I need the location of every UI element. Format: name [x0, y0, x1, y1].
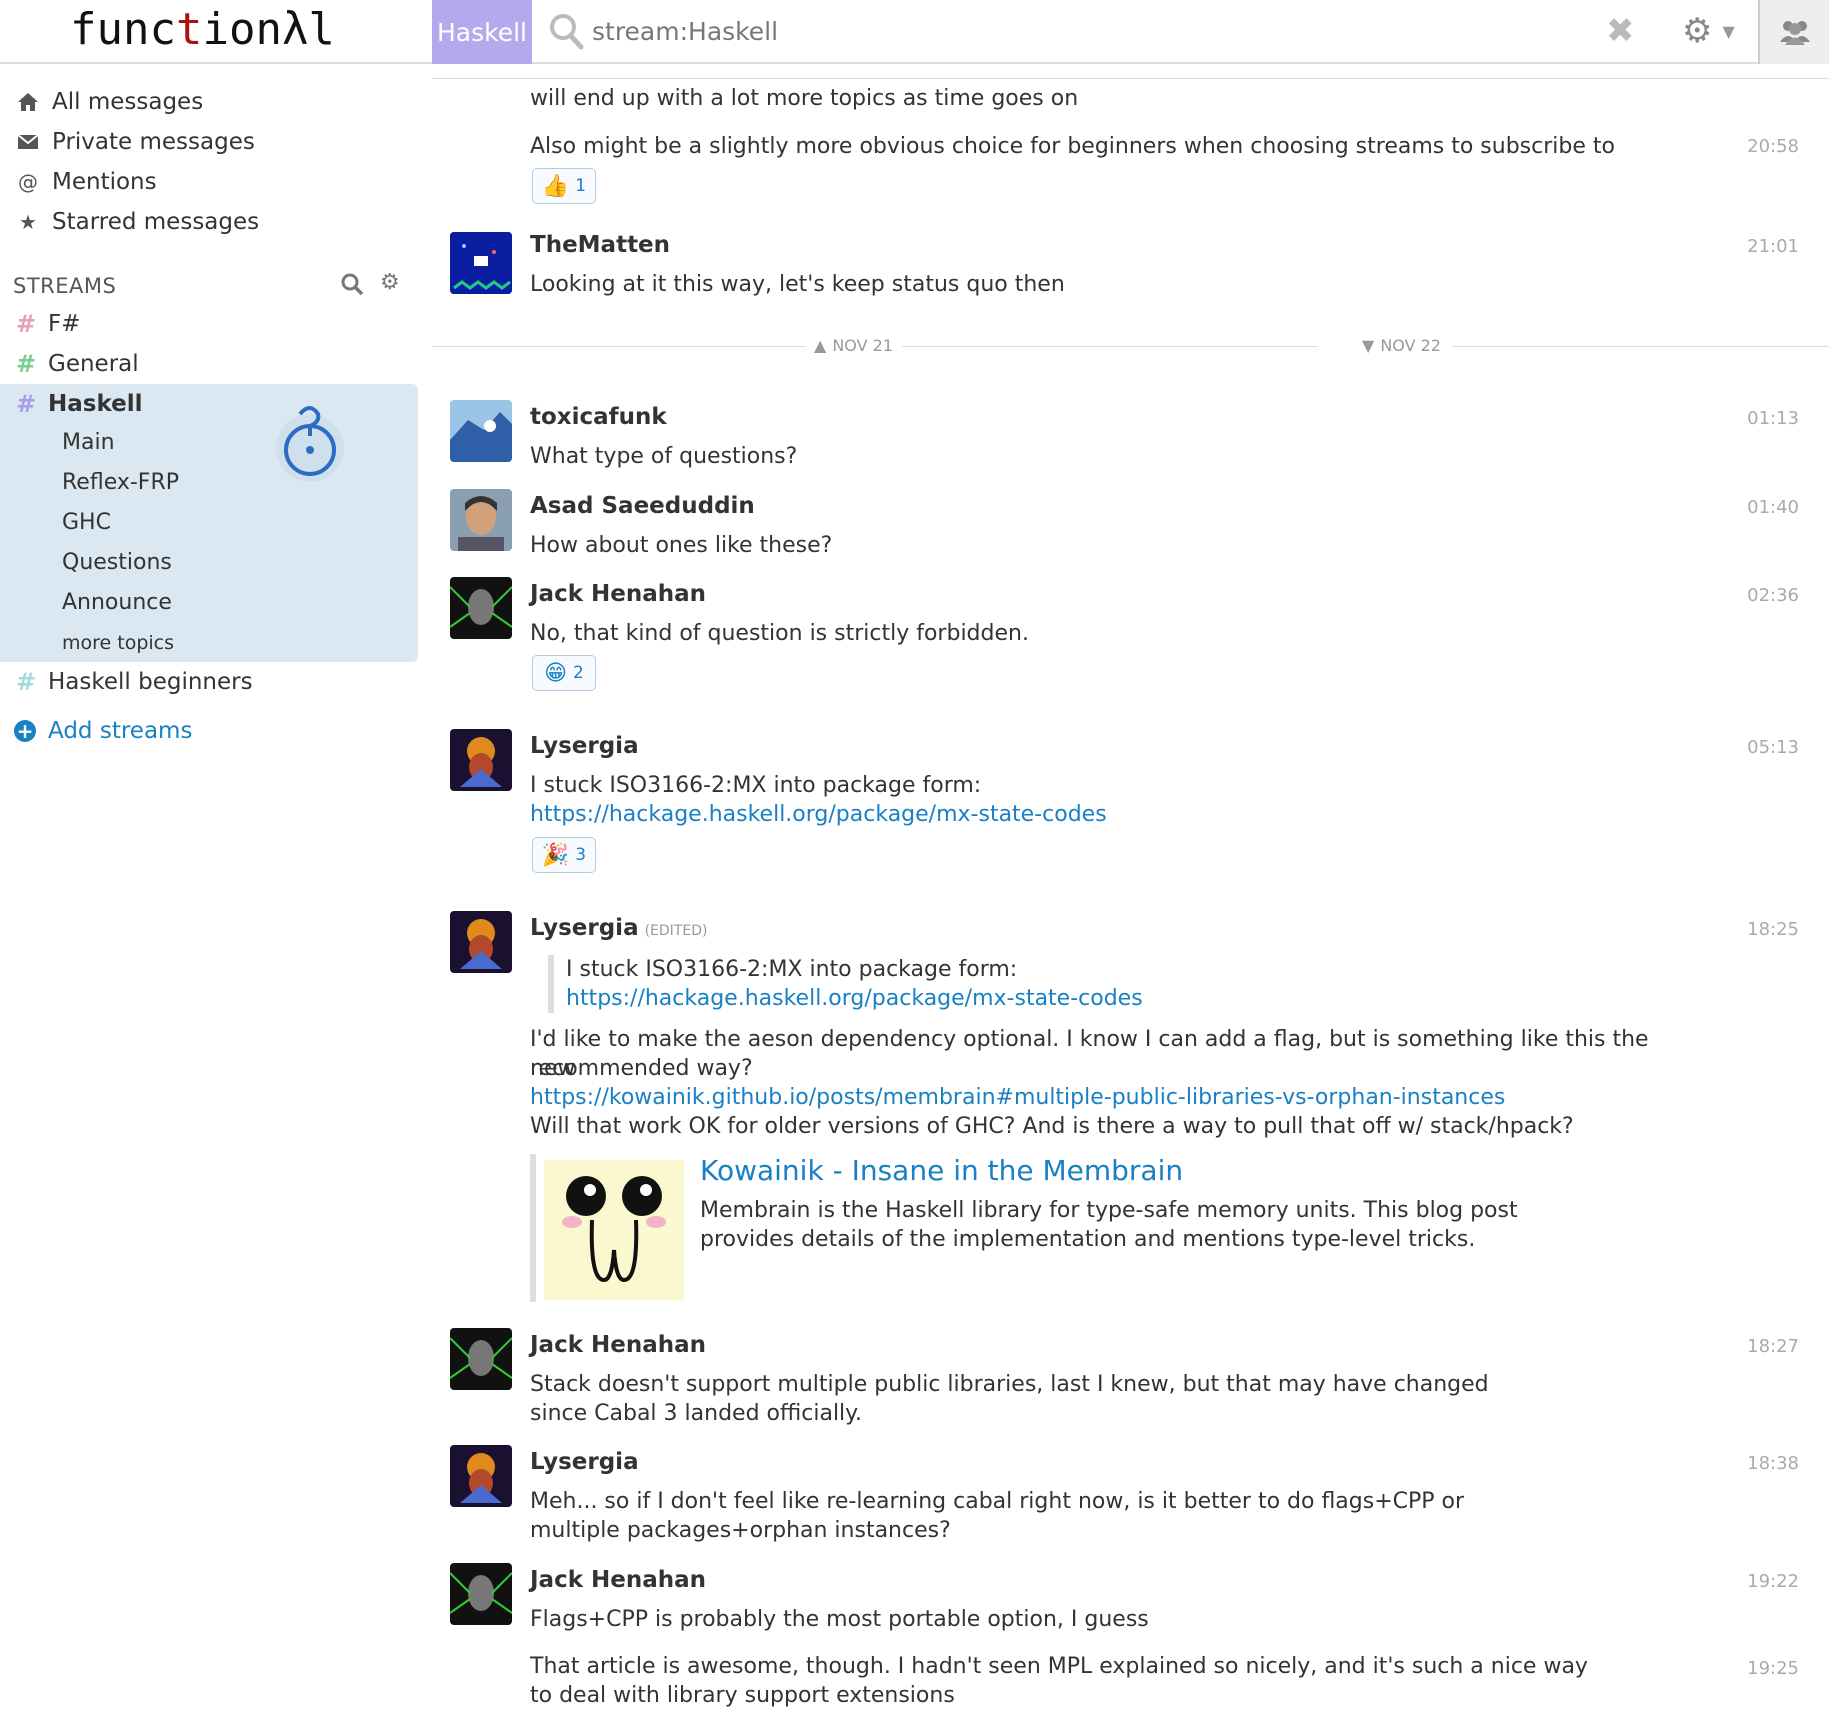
message-link[interactable]: https://kowainik.github.io/posts/membrai…	[530, 1083, 1620, 1112]
close-icon[interactable]: ✖	[1606, 12, 1635, 50]
left-sidebar: All messages Private messages @ Mentions …	[0, 64, 430, 1723]
nav-all-messages[interactable]: All messages	[14, 84, 203, 120]
topic-reflex-frp[interactable]: Reflex-FRP	[62, 470, 179, 495]
hash-icon: #	[16, 390, 37, 418]
message-link[interactable]: https://hackage.haskell.org/package/mx-s…	[530, 800, 1620, 829]
stream-haskell-beginners[interactable]: # Haskell beginners	[0, 664, 253, 700]
timestamp[interactable]: 19:22	[1747, 1571, 1799, 1592]
date-label-left: ▲ NOV 21	[814, 336, 893, 355]
nav-mentions[interactable]: @ Mentions	[14, 164, 157, 200]
nav-starred-messages[interactable]: ★ Starred messages	[14, 204, 259, 240]
timestamp[interactable]: 02:36	[1747, 585, 1799, 606]
grinning-face-icon: 😁	[544, 660, 568, 686]
triangle-up-icon: ▲	[814, 336, 827, 355]
add-streams-link[interactable]: + Add streams	[14, 718, 192, 744]
haskell-stream-logo-icon	[276, 406, 344, 482]
edited-label: (EDITED)	[644, 923, 708, 939]
narrow-stream-tag[interactable]: Haskell	[432, 0, 532, 64]
active-stream-block: # Haskell Main Reflex-FRP GHC Questions A…	[0, 384, 418, 662]
stream-haskell[interactable]: # Haskell	[0, 386, 143, 422]
at-icon: @	[18, 170, 38, 194]
avatar[interactable]	[450, 489, 512, 551]
stream-general[interactable]: # General	[0, 346, 139, 382]
plus-circle-icon: +	[14, 720, 36, 742]
timestamp[interactable]: 05:13	[1747, 737, 1799, 758]
hash-icon: #	[16, 668, 37, 696]
avatar[interactable]	[450, 1328, 512, 1390]
timestamp[interactable]: 20:58	[1747, 136, 1799, 157]
sender-name[interactable]: Lysergia	[530, 733, 639, 759]
avatar[interactable]	[450, 1445, 512, 1507]
sender-name[interactable]: Jack Henahan	[530, 1332, 706, 1358]
topic-ghc[interactable]: GHC	[62, 510, 111, 535]
star-icon: ★	[19, 210, 37, 234]
search-icon[interactable]	[340, 272, 364, 296]
more-topics-link[interactable]: more topics	[62, 632, 174, 654]
timestamp[interactable]: 18:38	[1747, 1453, 1799, 1474]
sender-name[interactable]: TheMatten	[530, 232, 670, 258]
timestamp[interactable]: 18:27	[1747, 1336, 1799, 1357]
topic-main[interactable]: Main	[62, 430, 115, 455]
topic-questions[interactable]: Questions	[62, 550, 172, 575]
logo[interactable]: functionλl	[70, 4, 335, 55]
date-divider: ▲ NOV 21 ▼ NOV 22	[432, 336, 1829, 356]
preview-description: Membrain is the Haskell library for type…	[700, 1198, 1518, 1252]
hash-icon: #	[16, 350, 37, 378]
users-button[interactable]	[1758, 0, 1829, 64]
blockquote: I stuck ISO3166-2:MX into package form: …	[548, 955, 1143, 1013]
quote-link[interactable]: https://hackage.haskell.org/package/mx-s…	[566, 984, 1143, 1013]
timestamp[interactable]: 18:25	[1747, 919, 1799, 940]
reaction-grin[interactable]: 😁 2	[532, 655, 596, 691]
preview-image[interactable]	[544, 1160, 684, 1300]
triangle-down-icon: ▼	[1362, 336, 1375, 355]
sender-name[interactable]: Jack Henahan	[530, 581, 706, 607]
sender-name[interactable]: toxicafunk	[530, 404, 667, 430]
avatar[interactable]	[450, 577, 512, 639]
hash-icon: #	[16, 310, 37, 338]
party-popper-icon: 🎉	[541, 842, 570, 868]
message-feed: will end up with a lot more topics as ti…	[432, 64, 1829, 1723]
streams-heading[interactable]: STREAMS	[13, 274, 116, 298]
timestamp[interactable]: 01:40	[1747, 497, 1799, 518]
top-navbar: functionλl Haskell ✖ ⚙ ▼	[0, 0, 1829, 64]
avatar[interactable]	[450, 911, 512, 973]
chevron-down-icon: ▼	[1722, 21, 1735, 41]
avatar[interactable]	[450, 400, 512, 462]
reaction-tada[interactable]: 🎉 3	[532, 837, 596, 873]
sender-name[interactable]: Lysergia (EDITED)	[530, 915, 707, 941]
reaction-thumbs-up[interactable]: 👍 1	[532, 168, 596, 204]
avatar[interactable]	[450, 1563, 512, 1625]
settings-menu[interactable]: ⚙ ▼	[1682, 8, 1752, 54]
avatar[interactable]	[450, 232, 512, 294]
sender-name[interactable]: Lysergia	[530, 1449, 639, 1475]
timestamp[interactable]: 21:01	[1747, 236, 1799, 257]
stream-f-sharp[interactable]: # F#	[0, 306, 81, 342]
thumbs-up-icon: 👍	[541, 173, 570, 199]
avatar[interactable]	[450, 729, 512, 791]
timestamp[interactable]: 19:25	[1747, 1658, 1799, 1679]
preview-title[interactable]: Kowainik - Insane in the Membrain	[700, 1154, 1183, 1187]
link-preview[interactable]: Kowainik - Insane in the Membrain Membra…	[530, 1154, 1530, 1302]
gear-icon: ⚙	[1682, 11, 1713, 51]
home-icon	[14, 92, 42, 112]
search-icon	[550, 14, 584, 50]
users-icon	[1779, 21, 1810, 45]
topic-announce[interactable]: Announce	[62, 590, 172, 615]
date-label-right: ▼ NOV 22	[1362, 336, 1441, 355]
sender-name[interactable]: Jack Henahan	[530, 1567, 706, 1593]
envelope-icon	[14, 134, 42, 150]
timestamp[interactable]: 01:13	[1747, 408, 1799, 429]
gear-icon[interactable]: ⚙	[380, 270, 400, 295]
divider	[432, 78, 1829, 79]
search-input[interactable]	[592, 8, 1572, 54]
nav-private-messages[interactable]: Private messages	[14, 124, 255, 160]
sender-name[interactable]: Asad Saeeduddin	[530, 493, 755, 519]
